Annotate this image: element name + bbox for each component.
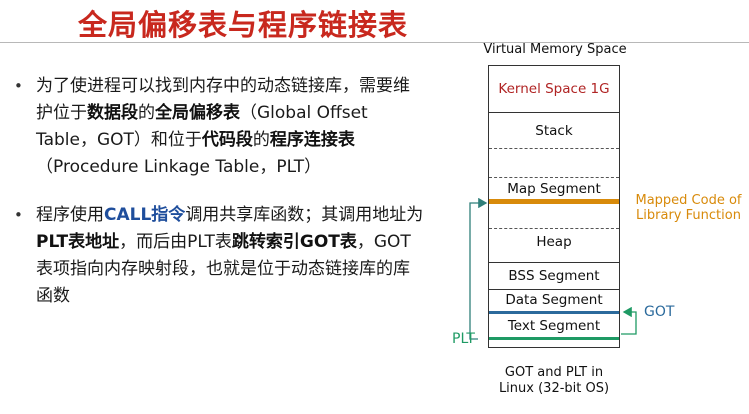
got-label: GOT bbox=[644, 304, 675, 320]
got-bar bbox=[489, 311, 619, 314]
plt-bar bbox=[489, 337, 619, 340]
plt-to-map-arrow bbox=[469, 197, 488, 340]
plt-label: PLT bbox=[452, 331, 475, 347]
memory-diagram: Virtual Memory Space Kernel Space 1G Sta… bbox=[0, 0, 749, 414]
caption-line-2: Linux (32-bit OS) bbox=[498, 381, 610, 396]
map-segment-bar bbox=[489, 199, 619, 204]
text-to-got-arrow bbox=[621, 306, 637, 335]
diagram-caption: GOT and PLT in Linux (32-bit OS) bbox=[478, 365, 630, 397]
mapped-code-note: Mapped Code of Library Function bbox=[635, 193, 742, 223]
caption-line-1: GOT and PLT in bbox=[504, 365, 604, 380]
